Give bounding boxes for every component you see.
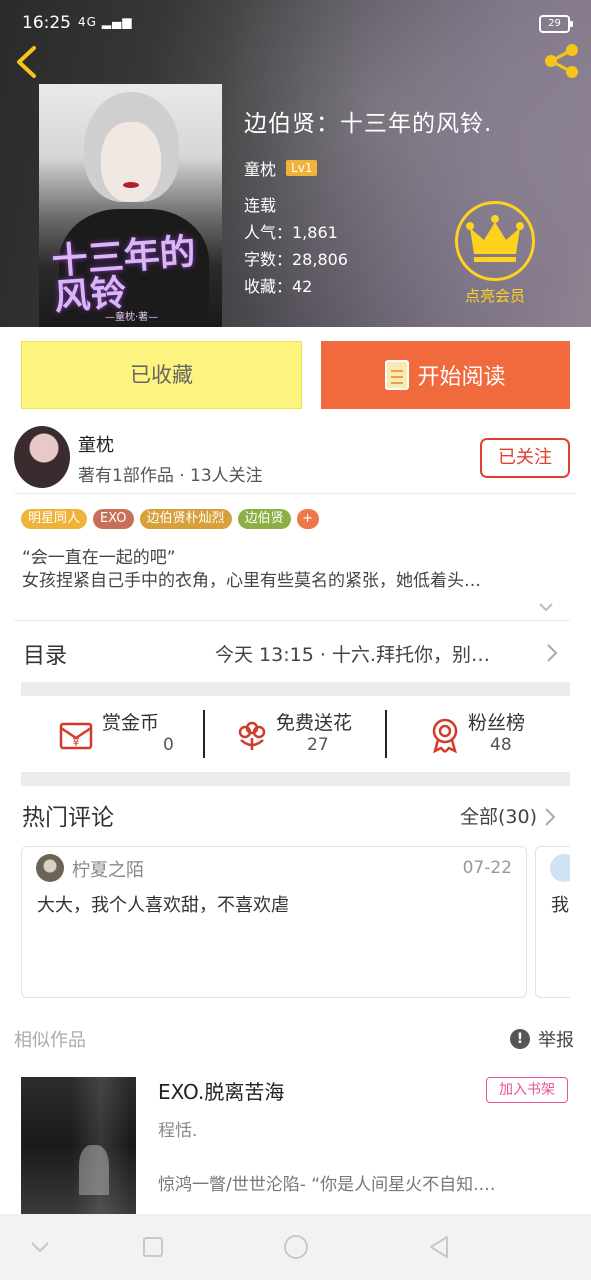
svg-text:¥: ¥	[73, 736, 80, 749]
medal-icon	[426, 716, 464, 754]
chevron-down-icon[interactable]	[538, 599, 554, 615]
cover-subtitle-art: —童枕·著—	[105, 312, 159, 323]
tag-chip[interactable]: 边伯贤	[237, 509, 291, 529]
reward-coin-button[interactable]: ¥ 赏金币 0	[57, 708, 207, 760]
book-author-row: 童枕 Lv1	[244, 156, 492, 180]
latest-chapter: 今天 13:15 · 十六.拜托你，别…	[215, 644, 490, 666]
signal-icon: 4G ▂▄▆	[78, 15, 133, 29]
report-label: 举报	[538, 1030, 574, 1051]
fan-ranking-button[interactable]: 粉丝榜 48	[426, 708, 566, 760]
intro-line: “会一直在一起的吧”	[22, 548, 176, 568]
flower-icon	[233, 716, 271, 754]
comment-text: 我	[551, 895, 569, 916]
favorited-button[interactable]: 已收藏	[21, 341, 302, 409]
vip-button[interactable]: 点亮会员	[455, 201, 535, 311]
book-icon	[385, 360, 410, 390]
chevron-down-icon[interactable]	[25, 1232, 55, 1262]
book-cover[interactable]: 十三年的风铃 —童枕·著—	[39, 84, 222, 327]
coin-envelope-icon: ¥	[57, 716, 95, 754]
crown-icon	[455, 201, 535, 281]
chevron-right-icon[interactable]	[542, 807, 558, 827]
avatar[interactable]	[14, 426, 70, 488]
similar-works-label: 相似作品	[14, 1030, 86, 1051]
stat-value: 48	[490, 735, 512, 755]
author-card[interactable]: 童枕 著有1部作品 · 13人关注 已关注	[14, 424, 576, 494]
add-tag-button[interactable]: +	[296, 509, 319, 529]
author-stats: 著有1部作品 · 13人关注	[78, 466, 263, 486]
book-header: 16:25 4G ▂▄▆ 29 十三年的风铃 —童枕·著— 边伯贤：十三年的风铃…	[0, 0, 591, 327]
book-author[interactable]: 童枕	[244, 156, 276, 180]
intro-line: 女孩捏紧自己手中的衣角，心里有些莫名的紧张，她低着头…	[22, 571, 481, 591]
followed-button[interactable]: 已关注	[480, 438, 570, 478]
chevron-right-icon	[544, 643, 560, 663]
level-badge: Lv1	[286, 160, 318, 176]
book-intro[interactable]: “会一直在一起的吧” 女孩捏紧自己手中的衣角，心里有些莫名的紧张，她低着头…	[22, 547, 557, 593]
similar-book-title[interactable]: EXO.脱离苦海	[158, 1076, 284, 1105]
stat-label: 粉丝榜	[468, 712, 526, 734]
avatar[interactable]	[36, 854, 64, 882]
stat-value: 0	[163, 735, 174, 755]
add-to-shelf-button[interactable]: 加入书架	[486, 1077, 568, 1103]
comment-card[interactable]: 柠夏之陌 07-22 大大，我个人喜欢甜，不喜欢虐	[21, 846, 527, 998]
section-divider	[21, 772, 570, 786]
tag-chip[interactable]: EXO	[93, 509, 134, 529]
home-icon[interactable]	[281, 1232, 311, 1262]
tag-list: 明星同人 EXO 边伯贤朴灿烈 边伯贤 +	[21, 509, 325, 529]
start-reading-label: 开始阅读	[417, 365, 506, 390]
vip-label: 点亮会员	[464, 287, 525, 305]
similar-book-cover[interactable]	[21, 1077, 136, 1214]
report-button[interactable]: ! 举报	[510, 1026, 574, 1052]
system-nav-bar	[0, 1214, 591, 1280]
all-comments-link[interactable]: 全部(30)	[460, 802, 537, 829]
catalog-label: 目录	[23, 644, 68, 669]
stat-label: 免费送花	[276, 712, 353, 734]
cover-title-art: 十三年的风铃	[50, 230, 197, 319]
stat-label: 赏金币	[102, 712, 160, 734]
back-triangle-icon[interactable]	[424, 1232, 454, 1262]
stat-separator	[203, 710, 205, 758]
stat-value: 27	[307, 735, 329, 755]
stat-separator	[385, 710, 387, 758]
tag-chip[interactable]: 边伯贤朴灿烈	[139, 509, 232, 529]
back-icon[interactable]	[10, 44, 44, 80]
recents-icon[interactable]	[138, 1232, 168, 1262]
free-flower-button[interactable]: 免费送花 27	[233, 708, 383, 760]
comment-text: 大大，我个人喜欢甜，不喜欢虐	[37, 895, 289, 916]
author-name: 童枕	[78, 435, 114, 456]
comment-username[interactable]: 柠夏之陌	[72, 856, 144, 882]
section-divider	[21, 682, 570, 696]
alert-icon: !	[510, 1029, 530, 1049]
status-time: 16:25	[22, 13, 71, 33]
similar-book-desc: 惊鸿一瞥/世世沦陷- “你是人间星火不自知.…	[158, 1175, 496, 1195]
tag-chip[interactable]: 明星同人	[21, 509, 88, 529]
catalog-row[interactable]: 目录 今天 13:15 · 十六.拜托你，别…	[14, 620, 570, 682]
battery-icon: 29	[539, 15, 573, 33]
share-icon[interactable]	[543, 42, 581, 80]
similar-book-author: 程恬.	[158, 1121, 198, 1141]
start-reading-button[interactable]: 开始阅读	[321, 341, 570, 409]
book-title: 边伯贤：十三年的风铃.	[244, 111, 493, 137]
comments-header: 热门评论 全部(30)	[22, 798, 557, 832]
status-bar: 16:25 4G ▂▄▆ 29	[0, 0, 591, 44]
comment-date: 07-22	[462, 858, 512, 878]
stats-row: ¥ 赏金币 0 免费送花 27 粉丝榜 48	[21, 708, 570, 760]
